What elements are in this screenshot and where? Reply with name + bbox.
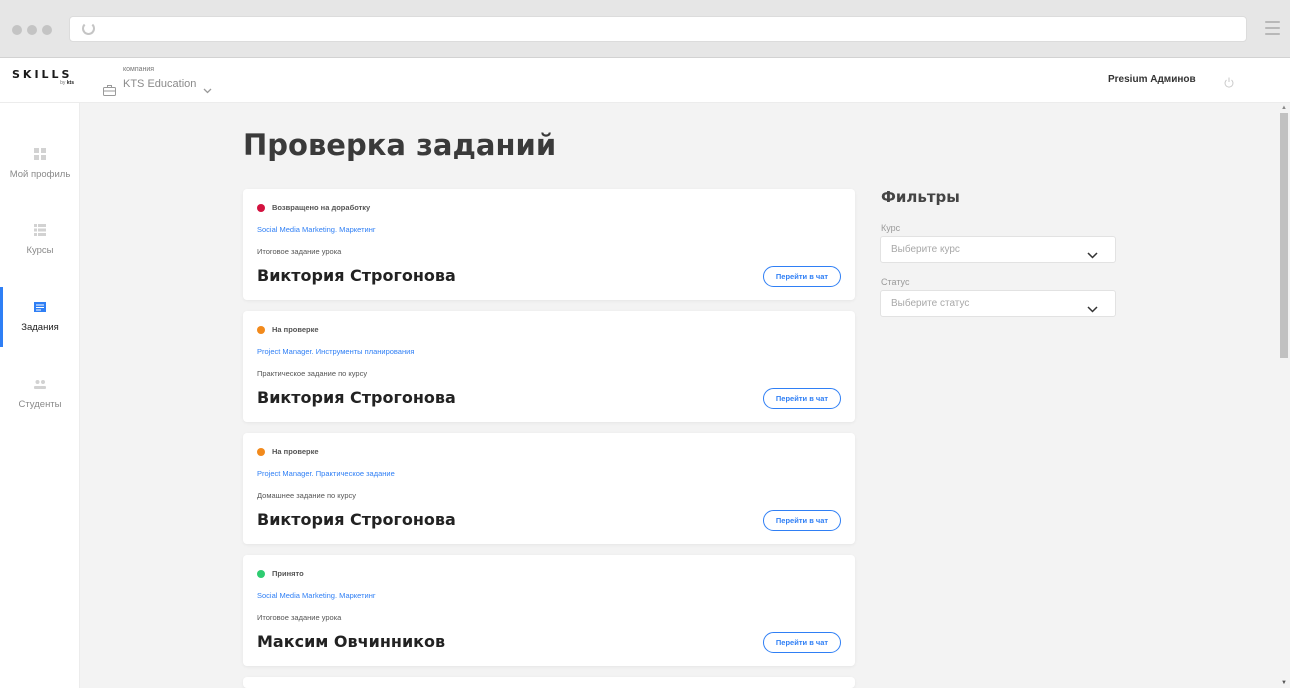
course-filter-select[interactable]: Выберите курс [880, 236, 1116, 263]
window-close-dot[interactable] [12, 25, 22, 35]
status-text: Возвращено на доработку [272, 203, 371, 212]
company-caption: компания [123, 66, 155, 73]
address-bar[interactable] [69, 16, 1247, 42]
briefcase-icon [103, 83, 116, 101]
scrollbar-thumb[interactable] [1280, 113, 1288, 358]
course-link[interactable]: Project Manager. Практическое задание [257, 469, 395, 478]
scroll-down-arrow-icon[interactable]: ▼ [1281, 680, 1287, 686]
go-to-chat-button[interactable]: Перейти в чат [763, 632, 841, 653]
window-minimize-dot[interactable] [27, 25, 37, 35]
page-title: Проверка заданий [243, 128, 557, 162]
browser-menu-icon[interactable] [1265, 21, 1280, 35]
chevron-down-icon [203, 81, 212, 99]
sidebar-item-profile[interactable]: Мой профиль [0, 147, 80, 209]
course-link[interactable]: Social Media Marketing. Маркетинг [257, 591, 376, 600]
student-name: Максим Овчинников [257, 632, 446, 651]
student-name: Виктория Строгонова [257, 510, 456, 529]
page-scrollbar[interactable]: ▲ ▼ [1278, 103, 1290, 688]
task-type: Домашнее задание по курсу [257, 491, 357, 500]
filters-title: Фильтры [881, 188, 960, 206]
status-filter-label: Статус [881, 277, 910, 287]
task-type: Практическое задание по курсу [257, 369, 368, 378]
sidebar-item-label: Курсы [26, 245, 54, 256]
users-icon [33, 377, 47, 391]
status-text: Принято [272, 569, 304, 578]
sidebar-item-label: Задания [21, 322, 59, 333]
course-filter-placeholder: Выберите курс [891, 244, 960, 255]
status-text: На проверке [272, 325, 319, 334]
task-card: Принято Social Media Marketing. Маркетин… [243, 555, 855, 666]
go-to-chat-button[interactable]: Перейти в чат [763, 266, 841, 287]
app-header: SKILLS by kts компания KTS Education Pre… [0, 58, 1290, 103]
go-to-chat-button[interactable]: Перейти в чат [763, 388, 841, 409]
course-link[interactable]: Project Manager. Инструменты планировани… [257, 347, 414, 356]
student-name: Виктория Строгонова [257, 266, 456, 285]
scroll-up-arrow-icon[interactable]: ▲ [1281, 105, 1287, 111]
logout-power-icon[interactable] [1224, 75, 1234, 93]
company-name: KTS Education [123, 78, 197, 90]
chevron-down-icon [1087, 300, 1098, 318]
task-card-partial [243, 677, 855, 688]
student-name: Виктория Строгонова [257, 388, 456, 407]
course-filter-label: Курс [881, 223, 901, 233]
dashboard-icon [33, 147, 47, 161]
browser-toolbar [0, 0, 1290, 58]
course-link[interactable]: Social Media Marketing. Маркетинг [257, 225, 376, 234]
chevron-down-icon [1087, 246, 1098, 264]
sidebar: Мой профиль Курсы Задания Студенты [0, 103, 80, 688]
go-to-chat-button[interactable]: Перейти в чат [763, 510, 841, 531]
reload-icon[interactable] [82, 22, 95, 35]
user-name[interactable]: Presium Админов [1108, 74, 1196, 85]
sidebar-item-label: Мой профиль [9, 169, 71, 180]
window-controls [12, 25, 52, 35]
task-card: Возвращено на доработку Social Media Mar… [243, 189, 855, 300]
window-maximize-dot[interactable] [42, 25, 52, 35]
status-filter-select[interactable]: Выберите статус [880, 290, 1116, 317]
status-dot [257, 204, 265, 212]
logo[interactable]: SKILLS by kts [12, 68, 76, 86]
sidebar-item-courses[interactable]: Курсы [0, 223, 80, 285]
status-filter-placeholder: Выберите статус [891, 298, 970, 309]
sidebar-item-label: Студенты [18, 399, 62, 410]
task-card: На проверке Project Manager. Практическо… [243, 433, 855, 544]
task-type: Итоговое задание урока [257, 247, 342, 256]
sidebar-item-tasks[interactable]: Задания [0, 300, 80, 362]
tasks-icon [33, 300, 47, 314]
status-dot [257, 570, 265, 578]
list-icon [33, 223, 47, 237]
status-dot [257, 448, 265, 456]
status-text: На проверке [272, 447, 319, 456]
sidebar-item-students[interactable]: Студенты [0, 377, 80, 439]
status-dot [257, 326, 265, 334]
task-card: На проверке Project Manager. Инструменты… [243, 311, 855, 422]
task-type: Итоговое задание урока [257, 613, 342, 622]
